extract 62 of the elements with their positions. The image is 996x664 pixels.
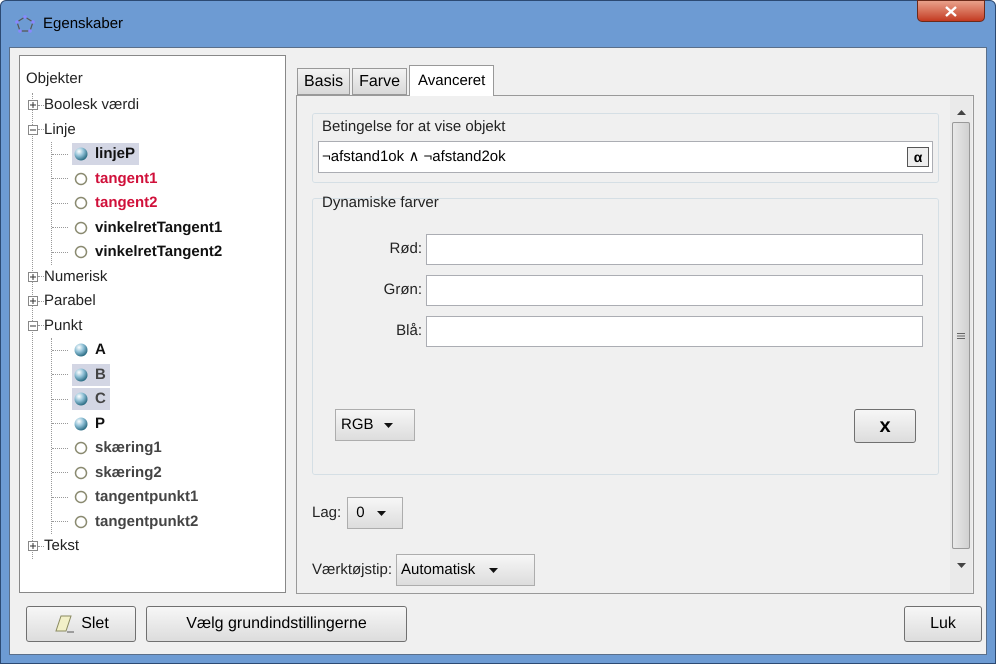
- collapse-icon[interactable]: [28, 124, 38, 135]
- color-mode-dropdown[interactable]: RGB: [335, 409, 415, 441]
- tree-item[interactable]: linjeP: [72, 143, 140, 166]
- tree-category[interactable]: Parabel: [44, 290, 96, 312]
- tree-item[interactable]: skæring1: [72, 437, 166, 460]
- clear-button[interactable]: x: [854, 409, 916, 443]
- scroll-up-icon: [956, 110, 966, 115]
- delete-button[interactable]: Slet: [26, 606, 136, 642]
- expand-icon[interactable]: [28, 541, 38, 552]
- color-field[interactable]: [426, 316, 923, 347]
- expand-icon[interactable]: [28, 296, 38, 306]
- app-icon: [15, 15, 35, 33]
- expand-icon[interactable]: [28, 272, 38, 282]
- tree-item[interactable]: B: [72, 364, 110, 386]
- tree-category[interactable]: Linje: [44, 118, 76, 141]
- tree-category[interactable]: Tekst: [44, 535, 80, 558]
- tree-item[interactable]: A: [72, 339, 110, 362]
- tooltip-dropdown[interactable]: Automatisk: [396, 554, 536, 586]
- close-dialog-button[interactable]: Luk: [904, 606, 982, 642]
- layer-dropdown[interactable]: 0: [347, 497, 404, 529]
- symbol-button[interactable]: α: [907, 147, 929, 167]
- tree-item[interactable]: vinkelretTangent1: [72, 216, 226, 239]
- expand-icon[interactable]: [28, 100, 38, 110]
- caret-icon: [384, 422, 393, 428]
- tab[interactable]: Farve: [352, 68, 408, 95]
- scroll-down-icon: [956, 563, 966, 568]
- eraser-icon: [53, 614, 76, 634]
- group-title: Dynamiske farver: [322, 193, 439, 213]
- caret-icon: [489, 568, 498, 572]
- tree-item[interactable]: C: [72, 388, 110, 410]
- tree-category[interactable]: Boolesk værdi: [44, 94, 140, 116]
- condition-text: ¬afstand1ok ∧ ¬afstand2ok: [322, 146, 507, 167]
- color-field[interactable]: [426, 275, 923, 306]
- tree-item[interactable]: tangentpunkt1: [72, 486, 202, 508]
- condition-field[interactable]: ¬afstand1ok ∧ ¬afstand2ok α: [318, 141, 933, 173]
- grip-icon: [957, 332, 965, 338]
- group-title: Betingelse for at vise objekt: [322, 117, 506, 137]
- tree-category[interactable]: Numerisk: [44, 266, 108, 288]
- caret-icon: [376, 510, 386, 516]
- color-label: Grøn:: [382, 280, 423, 300]
- defaults-button[interactable]: Vælg grundindstillingerne: [146, 606, 407, 642]
- tree-item[interactable]: P: [72, 412, 110, 435]
- tree-category[interactable]: Punkt: [44, 314, 82, 337]
- tab[interactable]: Avanceret: [409, 65, 494, 96]
- tree-item[interactable]: vinkelretTangent2: [72, 241, 226, 264]
- tab[interactable]: Basis: [297, 68, 350, 95]
- color-label: Rød:: [388, 239, 423, 260]
- tree-item[interactable]: tangent1: [72, 168, 162, 190]
- scroll-thumb[interactable]: [952, 122, 970, 549]
- close-icon: [945, 6, 957, 16]
- layer-label: Lag:: [312, 502, 342, 523]
- tree-item[interactable]: skæring2: [72, 462, 166, 484]
- close-button[interactable]: [917, 0, 985, 22]
- tree-root[interactable]: Objekter: [24, 69, 285, 93]
- window-title: Egenskaber: [43, 14, 124, 34]
- color-label: Blå:: [395, 321, 423, 342]
- tooltip-label: Værktøjstip:: [312, 560, 392, 580]
- color-field[interactable]: [426, 234, 923, 265]
- scrollbar[interactable]: [950, 96, 972, 593]
- tree-item[interactable]: tangentpunkt2: [72, 510, 202, 533]
- tree-item[interactable]: tangent2: [72, 192, 162, 214]
- collapse-icon[interactable]: [28, 320, 38, 331]
